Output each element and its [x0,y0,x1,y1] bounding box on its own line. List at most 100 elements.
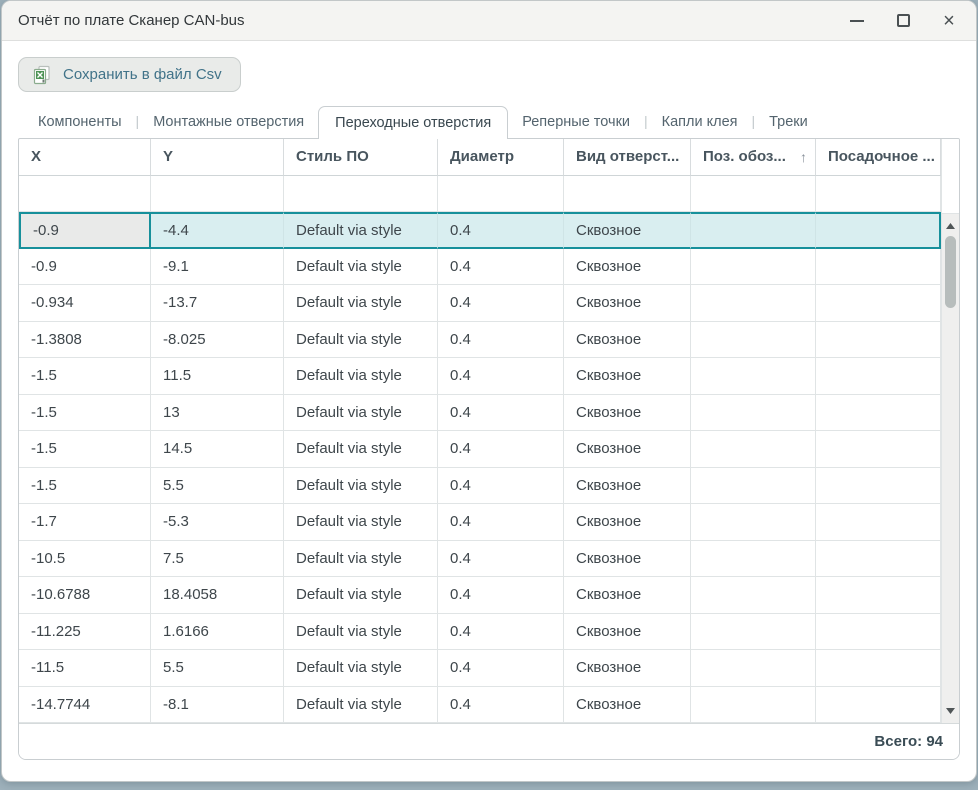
table-cell[interactable]: -11.5 [19,650,151,687]
tab-4[interactable]: Реперные точки [508,106,644,138]
table-cell[interactable] [816,687,941,724]
minimize-button[interactable] [848,12,866,30]
table-cell[interactable] [691,577,816,614]
table-cell[interactable]: Сквозное [564,577,691,614]
column-header[interactable]: X [19,139,151,176]
table-row[interactable]: -1.55.5Default via style0.4Сквозное [19,468,941,505]
table-cell[interactable] [691,650,816,687]
table-cell[interactable] [816,650,941,687]
tab-6[interactable]: Треки [755,106,822,138]
table-cell[interactable]: Default via style [284,322,438,359]
table-cell[interactable]: -4.4 [151,212,284,249]
table-cell[interactable]: 0.4 [438,650,564,687]
table-cell[interactable]: 0.4 [438,212,564,249]
table-cell[interactable]: Сквозное [564,212,691,249]
table-cell[interactable]: 0.4 [438,322,564,359]
table-cell[interactable] [816,249,941,286]
table-row[interactable]: -1.7-5.3Default via style0.4Сквозное [19,504,941,541]
table-cell[interactable]: Сквозное [564,650,691,687]
table-cell[interactable] [691,614,816,651]
table-cell[interactable]: Default via style [284,212,438,249]
table-cell[interactable]: -0.9 [19,249,151,286]
table-cell[interactable]: 0.4 [438,285,564,322]
table-cell[interactable]: -8.1 [151,687,284,724]
column-header[interactable]: Стиль ПО [284,139,438,176]
table-cell[interactable]: -0.934 [19,285,151,322]
table-row[interactable]: -10.57.5Default via style0.4Сквозное [19,541,941,578]
table-cell[interactable]: Сквозное [564,541,691,578]
scrollbar-thumb[interactable] [945,236,956,308]
table-cell[interactable]: Сквозное [564,504,691,541]
column-header[interactable]: Посадочное ... [816,139,941,176]
table-cell[interactable]: Default via style [284,504,438,541]
table-row[interactable]: -11.2251.6166Default via style0.4Сквозно… [19,614,941,651]
table-cell[interactable] [816,468,941,505]
table-cell[interactable]: -8.025 [151,322,284,359]
table-cell[interactable]: Сквозное [564,468,691,505]
table-cell[interactable]: -9.1 [151,249,284,286]
table-cell[interactable]: 5.5 [151,468,284,505]
column-header[interactable]: Вид отверст... [564,139,691,176]
table-cell[interactable] [816,541,941,578]
table-cell[interactable] [691,541,816,578]
table-cell[interactable]: Сквозное [564,358,691,395]
table-cell[interactable] [691,249,816,286]
table-cell[interactable]: 0.4 [438,504,564,541]
table-cell[interactable]: 14.5 [151,431,284,468]
filter-cell[interactable] [438,176,564,212]
tab-2[interactable]: Монтажные отверстия [139,106,318,138]
table-cell[interactable]: Default via style [284,650,438,687]
table-cell[interactable]: Сквозное [564,322,691,359]
table-cell[interactable] [691,358,816,395]
table-cell[interactable]: Default via style [284,577,438,614]
table-cell[interactable]: Default via style [284,687,438,724]
save-csv-button[interactable]: Сохранить в файл Csv [18,57,241,92]
table-cell[interactable] [691,431,816,468]
table-cell[interactable] [816,614,941,651]
table-cell[interactable] [691,468,816,505]
filter-cell[interactable] [19,176,151,212]
filter-cell[interactable] [691,176,816,212]
table-cell[interactable] [691,687,816,724]
table-row[interactable]: -1.514.5Default via style0.4Сквозное [19,431,941,468]
table-cell[interactable]: Default via style [284,249,438,286]
table-cell[interactable]: 0.4 [438,431,564,468]
scroll-up-arrow[interactable] [942,218,959,234]
table-cell[interactable]: -10.5 [19,541,151,578]
table-cell[interactable]: 0.4 [438,249,564,286]
table-cell[interactable]: 1.6166 [151,614,284,651]
table-row[interactable]: -11.55.5Default via style0.4Сквозное [19,650,941,687]
scrollbar-track[interactable] [942,214,959,723]
filter-cell[interactable] [151,176,284,212]
table-cell[interactable]: -1.7 [19,504,151,541]
table-cell[interactable]: 5.5 [151,650,284,687]
table-cell[interactable]: 7.5 [151,541,284,578]
table-cell[interactable] [816,322,941,359]
table-cell[interactable]: Сквозное [564,249,691,286]
table-cell[interactable]: 0.4 [438,577,564,614]
tab-5[interactable]: Капли клея [648,106,752,138]
table-cell[interactable]: 0.4 [438,468,564,505]
column-header[interactable]: Y [151,139,284,176]
filter-cell[interactable] [564,176,691,212]
table-cell[interactable]: Default via style [284,358,438,395]
table-cell[interactable]: -1.5 [19,395,151,432]
table-cell[interactable]: Сквозное [564,614,691,651]
table-row[interactable]: -14.7744-8.1Default via style0.4Сквозное [19,687,941,724]
table-cell[interactable] [816,431,941,468]
column-header[interactable]: Поз. обоз...↑ [691,139,816,176]
table-cell[interactable]: Сквозное [564,687,691,724]
table-cell[interactable] [691,395,816,432]
table-cell[interactable]: -1.5 [19,358,151,395]
table-cell[interactable]: -1.5 [19,431,151,468]
table-cell[interactable] [816,358,941,395]
table-cell[interactable]: 0.4 [438,614,564,651]
table-cell[interactable]: -11.225 [19,614,151,651]
table-cell[interactable] [816,577,941,614]
table-cell[interactable] [691,504,816,541]
table-row[interactable]: -10.678818.4058Default via style0.4Сквоз… [19,577,941,614]
table-cell[interactable]: 0.4 [438,687,564,724]
maximize-button[interactable] [894,12,912,30]
table-cell[interactable]: 0.4 [438,395,564,432]
table-cell[interactable]: -14.7744 [19,687,151,724]
